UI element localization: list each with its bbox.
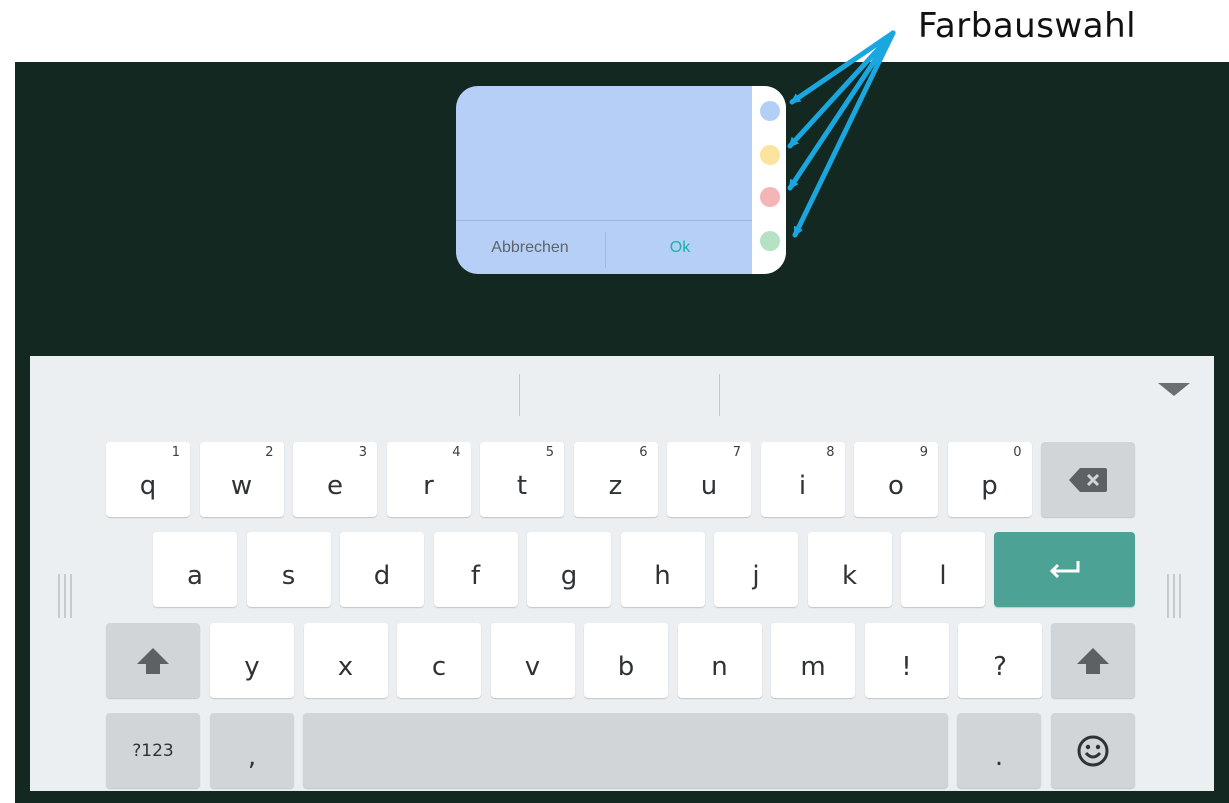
annotation-label: Farbauswahl bbox=[918, 6, 1137, 46]
key-w[interactable]: w2 bbox=[199, 442, 284, 517]
key-label: b bbox=[617, 651, 635, 682]
key-hint: 7 bbox=[732, 445, 741, 460]
key-label: l bbox=[939, 560, 947, 591]
enter-icon bbox=[1048, 559, 1082, 581]
key-q[interactable]: q1 bbox=[106, 442, 190, 517]
key-u[interactable]: u7 bbox=[667, 442, 751, 517]
key-b[interactable]: b bbox=[584, 623, 668, 698]
key-j[interactable]: j bbox=[714, 532, 798, 607]
right-resize-handle[interactable] bbox=[1167, 574, 1181, 618]
key-m[interactable]: m bbox=[771, 623, 855, 698]
backspace-icon bbox=[1069, 467, 1107, 492]
key-t[interactable]: t5 bbox=[480, 442, 564, 517]
key-c[interactable]: c bbox=[397, 623, 481, 698]
chevron-down-icon[interactable] bbox=[1158, 383, 1190, 396]
key-label: f bbox=[470, 560, 481, 591]
key-label: ?123 bbox=[132, 740, 174, 761]
key-a[interactable]: a bbox=[153, 532, 237, 607]
emoji-key[interactable] bbox=[1051, 713, 1135, 788]
key-label: k bbox=[841, 560, 858, 591]
color-swatch-green[interactable] bbox=[760, 231, 780, 251]
space-bar[interactable] bbox=[303, 713, 948, 788]
key-label: o bbox=[888, 470, 904, 501]
key-label: , bbox=[247, 741, 257, 772]
comma-key[interactable]: , bbox=[210, 713, 294, 788]
key-label: y bbox=[244, 651, 260, 682]
key-v[interactable]: v bbox=[490, 623, 575, 698]
key-n[interactable]: n bbox=[677, 623, 762, 698]
key-i[interactable]: i8 bbox=[760, 442, 845, 517]
key-s[interactable]: s bbox=[246, 532, 331, 607]
left-resize-handle[interactable] bbox=[58, 574, 72, 618]
key-label: x bbox=[337, 651, 354, 682]
key-label: t bbox=[516, 470, 528, 501]
key-label: s bbox=[281, 560, 296, 591]
key-label: j bbox=[752, 560, 760, 591]
key-label: z bbox=[608, 470, 623, 501]
suggestion-divider bbox=[519, 374, 520, 416]
key-label: n bbox=[711, 651, 728, 682]
color-swatch-red[interactable] bbox=[760, 187, 780, 207]
backspace-key[interactable] bbox=[1041, 442, 1135, 517]
cancel-button[interactable]: Abbrechen bbox=[456, 222, 604, 274]
key-label: e bbox=[327, 470, 343, 501]
symbols-key[interactable]: ?123 bbox=[106, 713, 200, 788]
key-question[interactable]: ? bbox=[958, 623, 1042, 698]
key-label: . bbox=[994, 741, 1004, 772]
key-d[interactable]: d bbox=[340, 532, 424, 607]
key-hint: 2 bbox=[265, 445, 274, 460]
key-hint: 0 bbox=[1013, 445, 1022, 460]
key-o[interactable]: o9 bbox=[854, 442, 938, 517]
key-label: h bbox=[654, 560, 671, 591]
key-label: ! bbox=[901, 651, 912, 682]
key-f[interactable]: f bbox=[433, 532, 518, 607]
shift-icon bbox=[135, 646, 171, 676]
key-label: v bbox=[524, 651, 541, 682]
key-label: w bbox=[230, 470, 253, 501]
ok-button[interactable]: Ok bbox=[606, 222, 754, 274]
key-hint: 5 bbox=[545, 445, 554, 460]
key-label: ? bbox=[993, 651, 1007, 682]
key-label: r bbox=[423, 470, 434, 501]
suggestion-divider bbox=[719, 374, 720, 416]
shift-key-left[interactable] bbox=[106, 623, 200, 698]
key-hint: 6 bbox=[639, 445, 648, 460]
key-k[interactable]: k bbox=[807, 532, 892, 607]
key-x[interactable]: x bbox=[303, 623, 388, 698]
key-label: p bbox=[981, 470, 998, 501]
key-label: c bbox=[431, 651, 447, 682]
shift-key-right[interactable] bbox=[1051, 623, 1135, 698]
key-z[interactable]: z6 bbox=[573, 442, 658, 517]
key-hint: 3 bbox=[358, 445, 367, 460]
key-label: d bbox=[373, 560, 391, 591]
key-hint: 4 bbox=[452, 445, 461, 460]
key-g[interactable]: g bbox=[527, 532, 611, 607]
key-label: m bbox=[800, 651, 826, 682]
key-label: u bbox=[700, 470, 718, 501]
key-label: q bbox=[139, 470, 157, 501]
key-p[interactable]: p0 bbox=[947, 442, 1032, 517]
color-swatch-blue[interactable] bbox=[760, 101, 780, 121]
key-label: a bbox=[187, 560, 203, 591]
period-key[interactable]: . bbox=[957, 713, 1041, 788]
enter-key[interactable] bbox=[994, 532, 1135, 607]
color-swatch-yellow[interactable] bbox=[760, 145, 780, 165]
key-h[interactable]: h bbox=[620, 532, 705, 607]
key-y[interactable]: y bbox=[210, 623, 294, 698]
key-l[interactable]: l bbox=[901, 532, 985, 607]
key-hint: 8 bbox=[826, 445, 835, 460]
footer-divider bbox=[456, 220, 752, 221]
key-hint: 9 bbox=[919, 445, 928, 460]
shift-icon bbox=[1075, 646, 1111, 676]
key-r[interactable]: r4 bbox=[386, 442, 471, 517]
key-label: i bbox=[798, 470, 807, 501]
key-exclamation[interactable]: ! bbox=[864, 623, 949, 698]
key-label: g bbox=[560, 560, 578, 591]
key-e[interactable]: e3 bbox=[293, 442, 377, 517]
key-hint: 1 bbox=[171, 445, 180, 460]
emoji-icon bbox=[1076, 734, 1110, 768]
